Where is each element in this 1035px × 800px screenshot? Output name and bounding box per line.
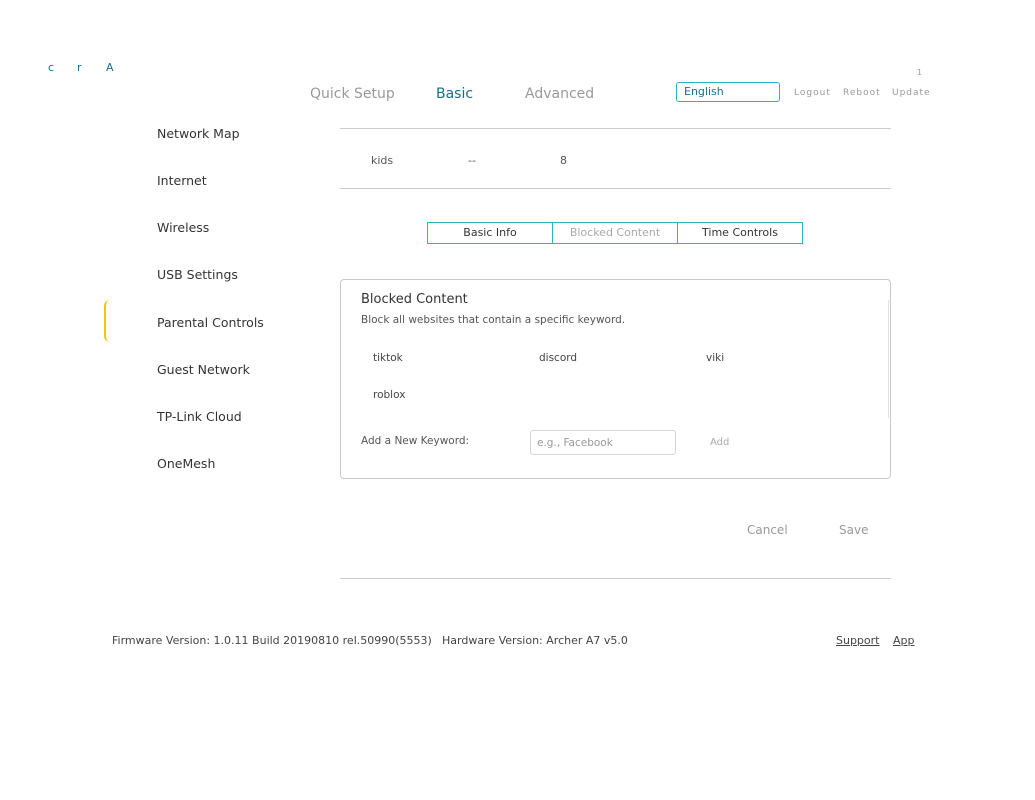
tab-advanced[interactable]: Advanced bbox=[525, 86, 594, 102]
keyword-list-scrollbar[interactable] bbox=[888, 300, 889, 418]
profile-tabs: Basic Info Blocked Content Time Controls bbox=[427, 222, 803, 244]
active-item-indicator bbox=[104, 300, 110, 342]
logo-letter: r bbox=[77, 61, 82, 74]
app-link[interactable]: App bbox=[893, 634, 915, 647]
hardware-version: Hardware Version: Archer A7 v5.0 bbox=[442, 634, 628, 647]
sidebar-item-network-map[interactable]: Network Map bbox=[157, 126, 240, 141]
sidebar-item-tp-link-cloud[interactable]: TP-Link Cloud bbox=[157, 409, 242, 424]
add-keyword-button[interactable]: Add bbox=[710, 437, 729, 448]
sidebar-item-onemesh[interactable]: OneMesh bbox=[157, 456, 215, 471]
tab-blocked-content[interactable]: Blocked Content bbox=[552, 223, 677, 243]
support-link[interactable]: Support bbox=[836, 634, 879, 647]
logout-button[interactable]: Logout bbox=[794, 88, 831, 98]
sidebar-item-usb-settings[interactable]: USB Settings bbox=[157, 267, 238, 282]
tab-time-controls[interactable]: Time Controls bbox=[677, 223, 802, 243]
sidebar-item-internet[interactable]: Internet bbox=[157, 173, 207, 188]
logo-letter: A bbox=[106, 61, 114, 74]
keyword-item[interactable]: viki bbox=[706, 352, 724, 364]
divider bbox=[340, 188, 891, 189]
profile-devices: -- bbox=[468, 154, 476, 167]
tab-basic-info[interactable]: Basic Info bbox=[428, 223, 552, 243]
logo-letter: c bbox=[48, 61, 55, 74]
reboot-button[interactable]: Reboot bbox=[843, 88, 881, 98]
sidebar-item-parental-controls[interactable]: Parental Controls bbox=[157, 315, 264, 330]
card-description: Block all websites that contain a specif… bbox=[361, 314, 626, 326]
sidebar-item-wireless[interactable]: Wireless bbox=[157, 220, 209, 235]
keyword-item[interactable]: roblox bbox=[373, 389, 405, 401]
card-title: Blocked Content bbox=[361, 292, 468, 307]
profile-name: kids bbox=[371, 154, 394, 167]
firmware-version: Firmware Version: 1.0.11 Build 20190810 … bbox=[112, 634, 432, 647]
tab-basic[interactable]: Basic bbox=[436, 86, 473, 102]
keyword-item[interactable]: discord bbox=[539, 352, 577, 364]
language-select[interactable]: English bbox=[676, 82, 780, 102]
cancel-button[interactable]: Cancel bbox=[747, 523, 788, 537]
notification-badge: 1 bbox=[917, 68, 923, 77]
keyword-input[interactable] bbox=[530, 430, 676, 455]
divider bbox=[340, 128, 891, 129]
brand-logo: crA bbox=[48, 61, 135, 74]
profile-value: 8 bbox=[560, 154, 567, 167]
save-button[interactable]: Save bbox=[839, 523, 868, 537]
sidebar-item-guest-network[interactable]: Guest Network bbox=[157, 362, 250, 377]
divider bbox=[340, 578, 891, 579]
add-keyword-label: Add a New Keyword: bbox=[361, 435, 470, 447]
update-button[interactable]: Update bbox=[892, 88, 931, 98]
tab-quick-setup[interactable]: Quick Setup bbox=[310, 86, 395, 102]
keyword-item[interactable]: tiktok bbox=[373, 352, 403, 364]
